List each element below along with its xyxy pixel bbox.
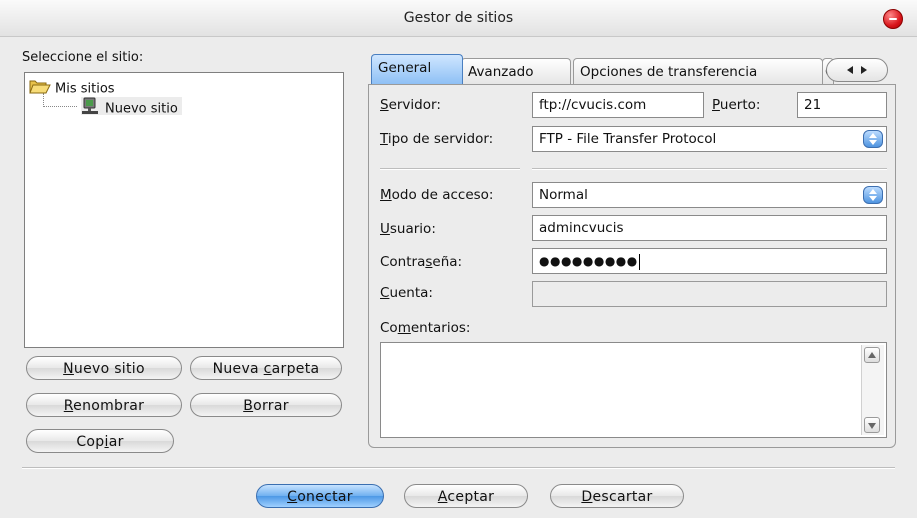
tab-general[interactable]: General xyxy=(371,54,463,84)
divider xyxy=(532,168,887,170)
account-field xyxy=(532,281,887,307)
discard-button[interactable]: Descartar xyxy=(550,484,684,508)
rename-button[interactable]: Renombrar xyxy=(26,393,182,417)
access-mode-select[interactable]: Normal xyxy=(532,182,887,208)
delete-button[interactable]: Borrar xyxy=(190,393,342,417)
user-field[interactable]: admincvucis xyxy=(532,215,887,241)
port-field[interactable]: 21 xyxy=(797,92,887,118)
password-field[interactable]: ●●●●●●●●● xyxy=(532,248,887,274)
port-label: Puerto: xyxy=(712,97,761,113)
copy-button[interactable]: Copiar xyxy=(26,429,174,453)
account-label: Cuenta: xyxy=(380,285,433,301)
tab-opciones-transferencia[interactable]: Opciones de transferencia xyxy=(573,58,823,84)
footer-divider xyxy=(22,467,895,469)
tree-item-mis-sitios[interactable]: Mis sitios xyxy=(29,78,115,97)
access-mode-value: Normal xyxy=(539,187,588,203)
tab-scroll-arrows-icon xyxy=(847,66,867,74)
tree-item-label: Mis sitios xyxy=(55,81,115,97)
divider xyxy=(380,168,520,170)
select-arrows-icon xyxy=(863,186,883,204)
tree-connector xyxy=(43,106,77,107)
server-icon xyxy=(81,97,99,121)
folder-open-icon xyxy=(29,78,51,100)
close-icon[interactable] xyxy=(883,9,903,29)
window-title: Gestor de sitios xyxy=(403,10,514,26)
site-select-label: Seleccione el sitio: xyxy=(22,50,144,65)
server-type-label: Tipo de servidor: xyxy=(380,131,494,147)
server-field[interactable]: ftp://cvucis.com xyxy=(532,92,704,118)
tree-item-label: Nuevo sitio xyxy=(105,101,178,117)
text-cursor xyxy=(638,253,640,270)
scroll-up-icon[interactable] xyxy=(864,347,880,363)
access-mode-label: Modo de acceso: xyxy=(380,187,494,203)
site-tree[interactable]: Mis sitios Nuevo sitio xyxy=(24,72,344,348)
server-label: Servidor: xyxy=(380,97,441,113)
connect-button[interactable]: Conectar xyxy=(256,484,384,508)
new-folder-button[interactable]: Nueva carpeta xyxy=(190,356,342,380)
comments-scrollbar[interactable] xyxy=(861,345,884,435)
tab-avanzado[interactable]: Avanzado xyxy=(461,58,571,84)
password-label: Contraseña: xyxy=(380,254,463,270)
scroll-down-icon[interactable] xyxy=(864,417,880,433)
password-value: ●●●●●●●●● xyxy=(539,254,638,268)
server-type-value: FTP - File Transfer Protocol xyxy=(539,131,717,147)
select-arrows-icon xyxy=(863,130,883,148)
new-site-button[interactable]: Nuevo sitio xyxy=(26,356,182,380)
title-bar: Gestor de sitios xyxy=(0,0,917,37)
user-label: Usuario: xyxy=(380,221,436,237)
tree-item-nuevo-sitio[interactable]: Nuevo sitio xyxy=(81,97,182,117)
accept-button[interactable]: Aceptar xyxy=(404,484,528,508)
tab-scroll-control[interactable] xyxy=(826,58,888,82)
comments-textarea[interactable] xyxy=(380,342,887,438)
server-type-select[interactable]: FTP - File Transfer Protocol xyxy=(532,126,887,152)
comments-label: Comentarios: xyxy=(380,320,471,336)
